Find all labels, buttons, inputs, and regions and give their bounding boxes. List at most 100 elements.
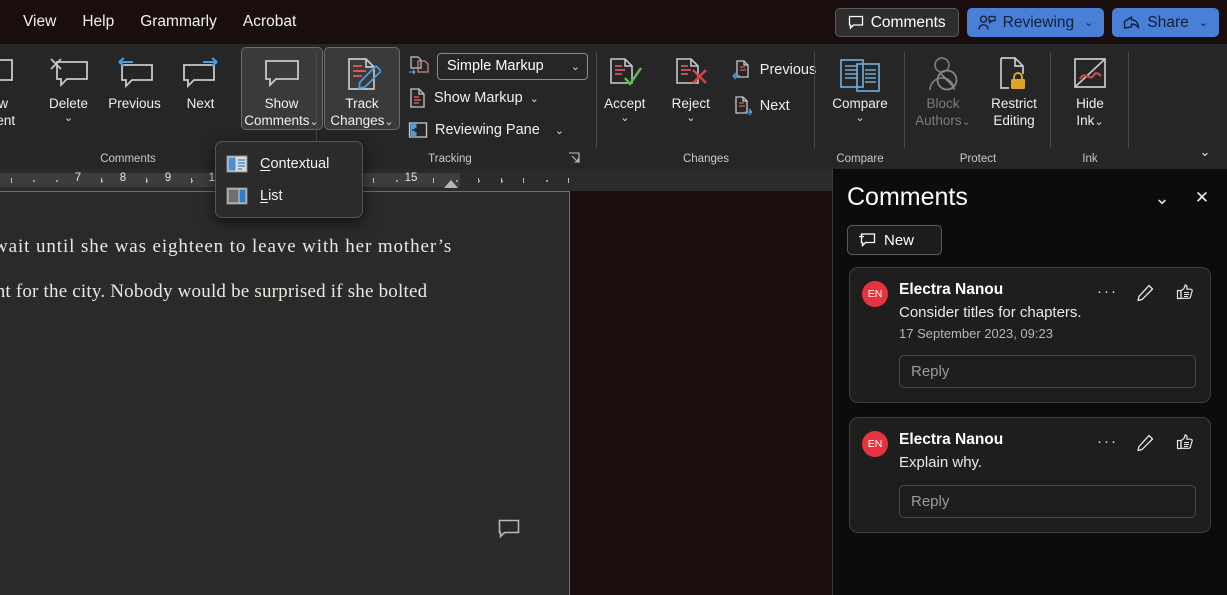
contextual-view-icon — [226, 154, 248, 174]
display-for-review-value: Simple Markup — [447, 58, 544, 74]
document-page[interactable]: wait until she was eighteen to leave wit… — [0, 191, 570, 595]
menu-item-list[interactable]: List — [216, 180, 362, 212]
reject-button[interactable]: Reject ⌄ — [658, 47, 724, 125]
hide-ink-label-2: Ink⌄ — [1076, 113, 1103, 129]
horizontal-ruler[interactable]: 7 8 9 10 15 — [0, 169, 832, 191]
reviewing-pane-button[interactable]: Reviewing Pane ⌄ — [404, 115, 592, 145]
group-label-protect: Protect — [908, 153, 1048, 165]
show-markup-label: Show Markup — [434, 90, 523, 106]
comments-button[interactable]: Comments — [835, 8, 959, 37]
comment-card[interactable]: EN Electra Nanou Explain why. ··· — [849, 417, 1211, 533]
chevron-down-icon: ⌄ — [962, 116, 971, 128]
chevron-down-icon: ⌄ — [310, 116, 319, 128]
ruler-number-15: 15 — [405, 172, 418, 184]
ruler-number-8: 8 — [120, 172, 126, 184]
chevron-down-icon: ⌄ — [571, 60, 580, 73]
delete-comment-label: Delete — [49, 96, 88, 112]
tab-acrobat[interactable]: Acrobat — [232, 8, 307, 36]
block-authors-button[interactable]: Block Authors⌄ — [907, 47, 979, 129]
word-window: View Help Grammarly Acrobat Comments — [0, 0, 1227, 595]
reply-input[interactable]: Reply — [899, 485, 1196, 518]
restrict-editing-label-1: Restrict — [991, 96, 1037, 112]
reviewing-button[interactable]: Reviewing ⌄ — [967, 8, 1105, 37]
ribbon-group-protect: Block Authors⌄ — [908, 44, 1048, 169]
reply-input[interactable]: Reply — [899, 355, 1196, 388]
menu-item-list-label: List — [260, 188, 283, 204]
ribbon-group-compare: Compare ⌄ Compare — [818, 44, 902, 169]
restrict-editing-button[interactable]: Restrict Editing — [979, 47, 1049, 129]
block-authors-label-2: Authors⌄ — [915, 113, 971, 129]
reviewing-button-label: Reviewing — [1003, 14, 1075, 32]
menu-item-contextual[interactable]: Contextual — [216, 148, 362, 180]
more-options-icon[interactable]: ··· — [1097, 287, 1118, 297]
chevron-down-icon: ⌄ — [530, 92, 539, 105]
comment-text: Consider titles for chapters. — [899, 302, 1196, 323]
avatar: EN — [862, 281, 888, 307]
comments-pane-title: Comments — [847, 183, 968, 212]
accept-icon — [606, 53, 644, 95]
new-comment-pane-label: New — [884, 232, 914, 249]
display-for-review-select[interactable]: Simple Markup ⌄ — [437, 53, 588, 80]
new-comment-button[interactable]: New mment — [0, 47, 36, 129]
more-options-icon[interactable]: ··· — [1097, 437, 1118, 447]
hide-ink-label-1: Hide — [1076, 96, 1104, 112]
previous-comment-icon — [113, 53, 157, 95]
tab-grammarly[interactable]: Grammarly — [129, 8, 228, 36]
reject-icon — [672, 53, 710, 95]
chevron-down-icon: ⌄ — [384, 116, 393, 128]
show-comments-label-1: Show — [265, 96, 299, 112]
next-change-icon — [732, 96, 753, 116]
ruler-number-9: 9 — [165, 172, 171, 184]
reply-placeholder: Reply — [911, 363, 949, 380]
track-changes-button[interactable]: Track Changes⌄ — [324, 47, 400, 130]
edit-pencil-icon[interactable] — [1132, 429, 1158, 455]
accept-button[interactable]: Accept ⌄ — [592, 47, 658, 125]
next-comment-label: Next — [187, 96, 215, 112]
previous-comment-button[interactable]: Previous — [102, 47, 168, 112]
thumbs-up-icon[interactable] — [1172, 429, 1198, 455]
ribbon-group-changes: Accept ⌄ Reject ⌄ — [600, 44, 812, 169]
comment-bubble-icon[interactable] — [498, 519, 520, 539]
tab-help[interactable]: Help — [71, 8, 125, 36]
show-comments-button[interactable]: Show Comments⌄ — [241, 47, 323, 130]
chevron-down-icon: ⌄ — [1094, 116, 1103, 128]
tracking-dialog-launcher[interactable] — [568, 152, 582, 166]
ribbon-tab-bar: View Help Grammarly Acrobat Comments — [0, 0, 1227, 44]
restrict-editing-icon — [995, 53, 1033, 95]
compare-button[interactable]: Compare ⌄ — [819, 47, 901, 125]
reviewing-pane-label: Reviewing Pane — [435, 122, 540, 138]
comments-button-label: Comments — [871, 14, 946, 32]
delete-comment-button[interactable]: Delete ⌄ — [36, 47, 102, 125]
tab-view[interactable]: View — [12, 8, 67, 36]
new-comment-icon — [0, 53, 15, 95]
comment-card[interactable]: EN Electra Nanou Consider titles for cha… — [849, 267, 1211, 403]
indent-marker[interactable] — [444, 180, 458, 188]
ribbon-tabs: View Help Grammarly Acrobat — [0, 8, 307, 36]
thumbs-up-icon[interactable] — [1172, 279, 1198, 305]
edit-pencil-icon[interactable] — [1132, 279, 1158, 305]
ruler-number-7: 7 — [75, 172, 81, 184]
show-comments-label-2: Comments⌄ — [244, 113, 318, 129]
group-label-compare: Compare — [818, 153, 902, 165]
show-markup-button[interactable]: Show Markup ⌄ — [404, 83, 592, 113]
group-separator — [904, 52, 905, 148]
comment-card-list: EN Electra Nanou Consider titles for cha… — [833, 267, 1227, 533]
hide-ink-button[interactable]: Hide Ink⌄ — [1054, 47, 1126, 129]
avatar: EN — [862, 431, 888, 457]
new-comment-pane-button[interactable]: New — [847, 225, 942, 255]
compare-label: Compare — [832, 96, 888, 112]
previous-change-button[interactable]: Previous — [728, 55, 820, 85]
collapse-pane-button[interactable]: ⌄ — [1149, 185, 1175, 211]
document-line-1: wait until she was eighteen to leave wit… — [0, 236, 452, 258]
next-comment-button[interactable]: Next — [168, 47, 234, 112]
share-button[interactable]: Share ⌄ — [1112, 8, 1219, 37]
comment-text: Explain why. — [899, 452, 1196, 473]
next-change-button[interactable]: Next — [728, 91, 820, 121]
close-pane-button[interactable]: ✕ — [1189, 185, 1215, 211]
group-separator — [814, 52, 815, 148]
hide-ink-icon — [1071, 53, 1109, 95]
reviewing-person-icon — [978, 15, 996, 31]
collapse-ribbon-button[interactable]: ⌄ — [1191, 141, 1219, 163]
group-label-tracking: Tracking — [350, 153, 550, 165]
chevron-down-icon: ⌄ — [555, 124, 564, 137]
